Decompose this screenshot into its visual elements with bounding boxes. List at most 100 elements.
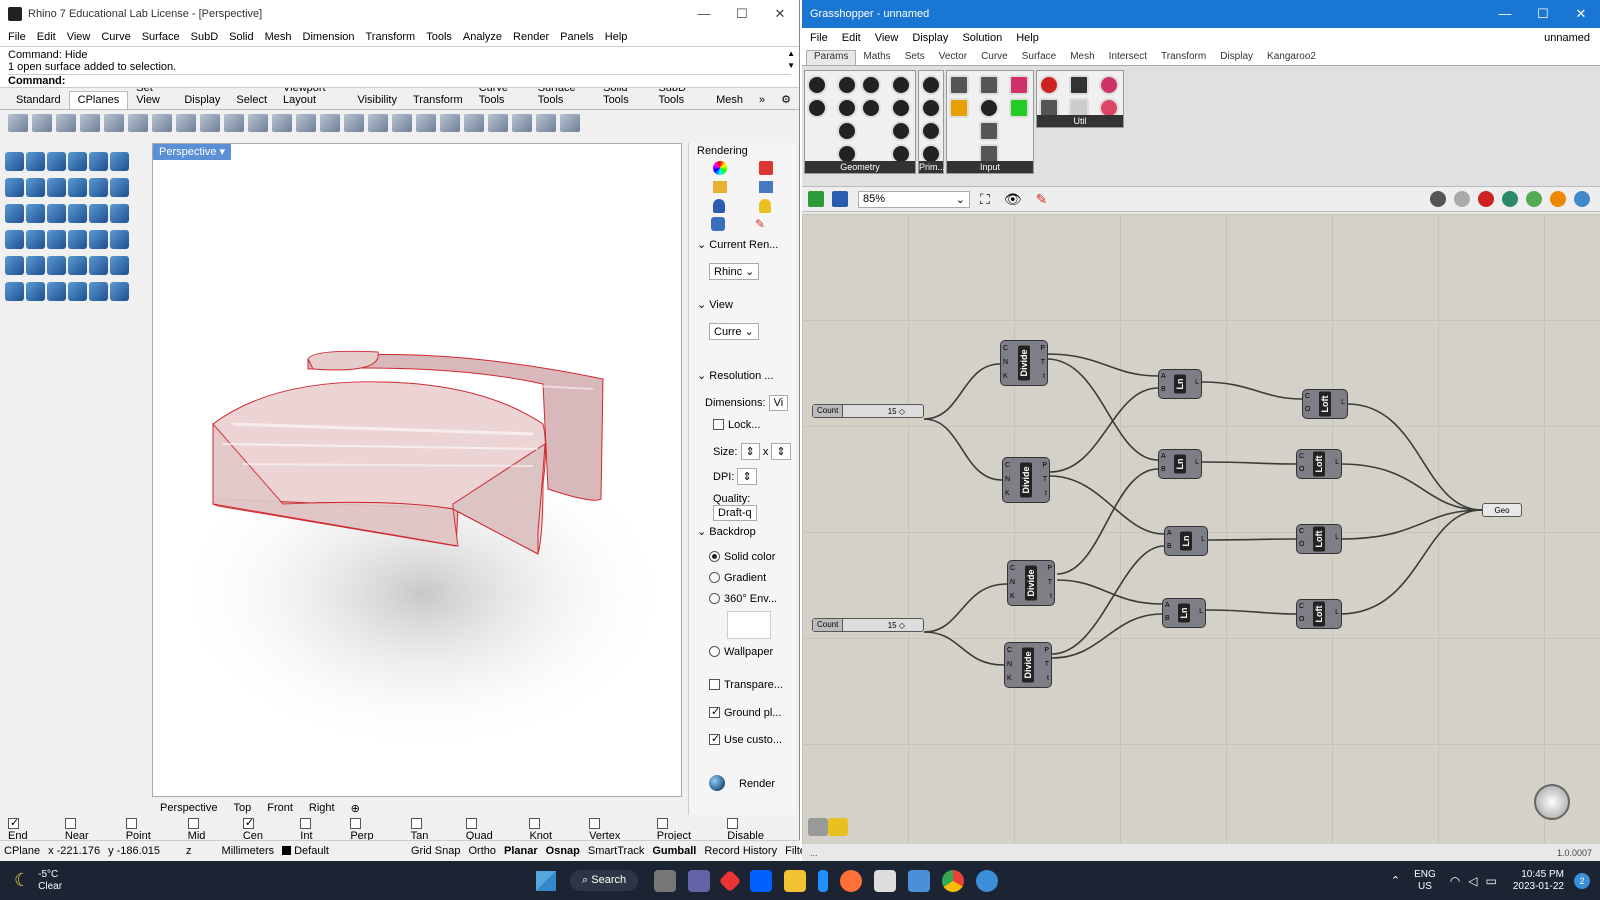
- status-ortho[interactable]: Ortho: [469, 845, 497, 857]
- param-icon[interactable]: [837, 121, 857, 141]
- gh-menu-solution[interactable]: Solution: [962, 32, 1002, 44]
- sketch-icon[interactable]: ✎: [1036, 191, 1048, 208]
- osnap-end[interactable]: End: [8, 816, 55, 842]
- zoom-extents-icon[interactable]: ⛶: [980, 191, 990, 208]
- rhino-taskbar-icon[interactable]: [874, 869, 897, 892]
- line-component[interactable]: AB L Ln: [1158, 369, 1202, 399]
- gh-canvas[interactable]: Count 15 ◇ Count 15 ◇ CNK PTt Divide CNK P…: [802, 214, 1600, 844]
- param-icon[interactable]: [837, 75, 857, 95]
- section-view[interactable]: ⌄ View: [697, 298, 733, 311]
- weather-widget[interactable]: -5°C Clear: [38, 869, 62, 893]
- port-p[interactable]: P: [1044, 647, 1049, 654]
- history-icon[interactable]: [26, 282, 45, 301]
- gh-menu-file[interactable]: File: [810, 32, 828, 44]
- cplane-tool-icon[interactable]: [560, 114, 580, 132]
- firefox-icon[interactable]: [840, 869, 863, 892]
- port-o[interactable]: O: [1299, 466, 1304, 473]
- param-icon[interactable]: [861, 75, 881, 95]
- menu-curve[interactable]: Curve: [101, 31, 130, 43]
- port-c[interactable]: C: [1010, 565, 1015, 572]
- bend-icon[interactable]: [110, 230, 129, 249]
- render-button[interactable]: Render: [709, 775, 775, 791]
- input-icon[interactable]: [979, 98, 999, 118]
- speaker-icon[interactable]: ◁: [1468, 874, 1477, 888]
- tab-perspective[interactable]: Perspective: [160, 802, 217, 814]
- surface-icon[interactable]: [89, 178, 108, 197]
- section-resolution[interactable]: ⌄ Resolution ...: [697, 369, 773, 382]
- tab-standard[interactable]: Standard: [8, 94, 69, 109]
- cplane-tool-icon[interactable]: [200, 114, 220, 132]
- gh-tab-display[interactable]: Display: [1213, 51, 1260, 65]
- menu-panels[interactable]: Panels: [560, 31, 594, 43]
- radio-gradient[interactable]: Gradient: [709, 572, 766, 584]
- port-c[interactable]: C: [1299, 603, 1304, 610]
- menu-help[interactable]: Help: [605, 31, 628, 43]
- port-o[interactable]: O: [1299, 616, 1304, 623]
- cplane-tool-icon[interactable]: [536, 114, 556, 132]
- osnap-mid[interactable]: Mid: [187, 818, 233, 842]
- menu-transform[interactable]: Transform: [366, 31, 416, 43]
- port-t-param[interactable]: t: [1050, 593, 1052, 600]
- osnap-point-check[interactable]: [125, 818, 137, 829]
- radio-solid[interactable]: [709, 551, 720, 562]
- light-icon[interactable]: [713, 199, 725, 213]
- text-icon[interactable]: [5, 256, 24, 275]
- input-icon[interactable]: [979, 75, 999, 95]
- scroll-up-icon[interactable]: ▲: [787, 49, 795, 58]
- preview-selected-icon[interactable]: [1502, 191, 1518, 207]
- radio-gradient-dot[interactable]: [709, 572, 720, 583]
- view-dropdown[interactable]: Curre ⌄: [709, 323, 759, 340]
- lock-check[interactable]: [713, 419, 724, 430]
- status-grid-snap[interactable]: Grid Snap: [411, 845, 461, 857]
- menu-tools[interactable]: Tools: [426, 31, 452, 43]
- search-button[interactable]: ⌕ Search: [570, 870, 639, 891]
- lock-checkbox[interactable]: Lock...: [713, 419, 760, 431]
- teams-icon[interactable]: [688, 869, 711, 892]
- dropbox-icon[interactable]: [750, 869, 773, 892]
- section-backdrop[interactable]: ⌄ Backdrop: [697, 525, 756, 538]
- environment-thumbnail[interactable]: [727, 611, 771, 639]
- input-icon[interactable]: [1009, 98, 1029, 118]
- param-icon[interactable]: [921, 121, 941, 141]
- menu-file[interactable]: File: [8, 31, 26, 43]
- material-icon[interactable]: [89, 282, 108, 301]
- cplane-tool-icon[interactable]: [440, 114, 460, 132]
- chrome-icon[interactable]: [942, 869, 965, 892]
- point-icon[interactable]: [26, 152, 45, 171]
- port-k[interactable]: K: [1010, 593, 1015, 600]
- transform-icon[interactable]: [47, 256, 66, 275]
- canvas-folder-icon[interactable]: [828, 818, 848, 836]
- dimension-icon[interactable]: [26, 256, 45, 275]
- ground-plane-checkbox[interactable]: Ground pl...: [709, 705, 781, 719]
- circle-icon[interactable]: [89, 152, 108, 171]
- tab-visibility[interactable]: Visibility: [349, 94, 405, 109]
- port-l[interactable]: L: [1335, 609, 1339, 616]
- status-osnap[interactable]: Osnap: [546, 845, 580, 857]
- boolean-icon[interactable]: [26, 204, 45, 223]
- windows-start-icon[interactable]: [536, 870, 557, 891]
- port-o[interactable]: O: [1305, 406, 1310, 413]
- port-t-param[interactable]: t: [1047, 675, 1049, 682]
- port-k[interactable]: K: [1005, 490, 1010, 497]
- divide-component[interactable]: CNK PTt Divide: [1000, 340, 1048, 386]
- notification-bell-icon[interactable]: [759, 199, 771, 213]
- cplane-tool-icon[interactable]: [56, 114, 76, 132]
- cplane-tool-icon[interactable]: [368, 114, 388, 132]
- tab-top[interactable]: Top: [233, 802, 251, 814]
- arrow-icon[interactable]: [1069, 75, 1089, 95]
- cplane-tool-icon[interactable]: [272, 114, 292, 132]
- cplane-tool-icon[interactable]: [224, 114, 244, 132]
- light-icon[interactable]: [110, 282, 129, 301]
- cplane-tool-icon[interactable]: [128, 114, 148, 132]
- cplane-tool-icon[interactable]: [104, 114, 124, 132]
- brush-icon[interactable]: ✎: [755, 217, 765, 231]
- status-record-history[interactable]: Record History: [704, 845, 777, 857]
- osnap-int-check[interactable]: [300, 818, 312, 829]
- gh-tab-intersect[interactable]: Intersect: [1102, 51, 1154, 65]
- osnap-vertex[interactable]: Vertex: [589, 818, 647, 842]
- tab-right[interactable]: Right: [309, 802, 335, 814]
- count-slider[interactable]: Count 15 ◇: [812, 404, 924, 418]
- moon-weather-icon[interactable]: ☾: [14, 870, 30, 891]
- param-icon[interactable]: [837, 98, 857, 118]
- util-icon[interactable]: [1039, 75, 1059, 95]
